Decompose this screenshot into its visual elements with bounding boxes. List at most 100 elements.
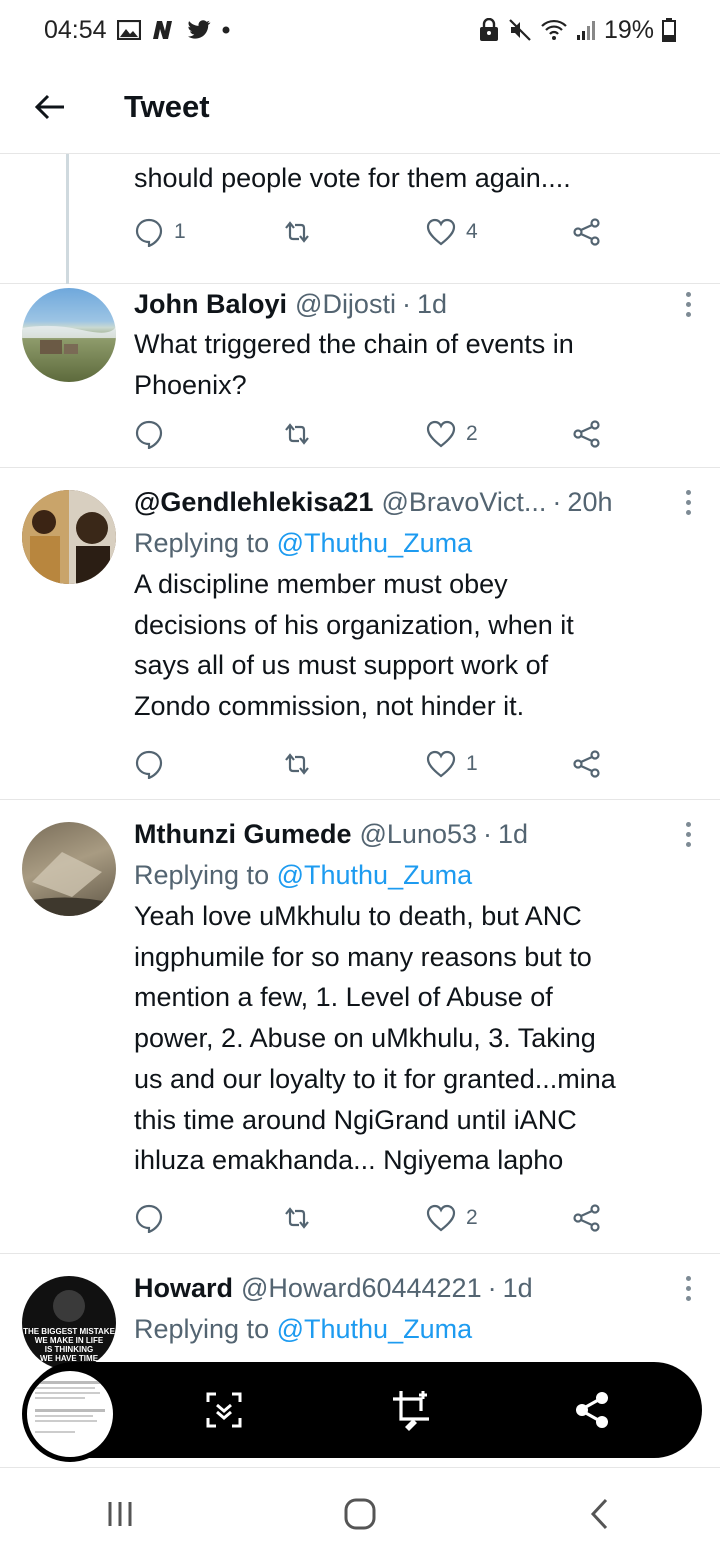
home-icon [344, 1498, 376, 1530]
like-button[interactable]: 2 [426, 420, 478, 448]
app-header: Tweet [0, 60, 720, 154]
retweet-icon [285, 423, 309, 445]
mention-link[interactable]: @Thuthu_Zuma [277, 528, 473, 558]
tweet-text-line: power, 2. Abuse on uMkhulu, 3. Taking [134, 1023, 596, 1054]
speech-bubble-icon [135, 218, 163, 247]
share-button[interactable] [572, 750, 602, 778]
avatar[interactable]: THE BIGGEST MISTAKE WE MAKE IN LIFE IS T… [22, 1276, 116, 1370]
tweet-actions: 2 [134, 414, 614, 454]
home-button[interactable] [320, 1474, 400, 1554]
edit-screenshot-button[interactable] [390, 1388, 434, 1432]
more-options-button[interactable] [676, 482, 700, 522]
replying-to: Replying to @Thuthu_Zuma [134, 854, 680, 896]
wifi-icon [540, 18, 568, 42]
tweet-text-line: this time around NgiGrand until iANC [134, 1104, 577, 1135]
tweet-feed[interactable]: should people vote for them again.... 1 … [0, 154, 720, 1388]
back-chevron-icon [590, 1498, 608, 1530]
like-button[interactable]: 2 [426, 1204, 478, 1232]
screenshot-toolbar [26, 1362, 702, 1458]
more-options-button[interactable] [676, 1268, 700, 1308]
retweet-button[interactable] [282, 220, 312, 244]
screenshot-thumbnail[interactable] [22, 1366, 118, 1462]
replying-prefix: Replying to [134, 860, 270, 890]
share-button[interactable] [572, 420, 602, 448]
avatar[interactable] [22, 288, 116, 382]
like-count: 2 [466, 1206, 478, 1229]
gallery-icon [116, 20, 141, 40]
reply-count: 1 [174, 220, 186, 243]
tweet-item[interactable]: John Baloyi @Dijosti · 1d What triggered… [0, 284, 720, 468]
display-name[interactable]: Howard [134, 1268, 233, 1308]
recents-button[interactable] [80, 1474, 160, 1554]
retweet-button[interactable] [282, 422, 312, 446]
replying-prefix: Replying to [134, 1314, 270, 1344]
tweet-time: 20h [567, 487, 613, 517]
user-handle[interactable]: @Dijosti [295, 284, 396, 324]
display-name[interactable]: John Baloyi [134, 284, 287, 324]
tweet-text-line: A discipline member must obey [134, 569, 508, 599]
scroll-capture-icon [206, 1392, 242, 1428]
reply-button[interactable]: 1 [134, 217, 186, 247]
tweet-text: should people vote for them again.... [134, 163, 571, 193]
reply-button[interactable] [134, 1203, 164, 1233]
more-options-button[interactable] [676, 814, 700, 854]
svg-text:IS THINKING: IS THINKING [45, 1345, 93, 1354]
share-button[interactable] [572, 1204, 602, 1232]
retweet-button[interactable] [282, 752, 312, 776]
svg-text:THE BIGGEST MISTAKE: THE BIGGEST MISTAKE [23, 1327, 116, 1336]
tweet-text: Yeah love uMkhulu to death, but ANC ingp… [134, 896, 680, 1181]
tweet-text-line: says all of us must support work of [134, 650, 549, 681]
share-icon [573, 218, 600, 246]
tweet-actions: 1 4 [134, 212, 614, 252]
battery-icon [662, 18, 676, 42]
tweet-text: A discipline member must obey decisions … [134, 564, 680, 727]
reply-button[interactable] [134, 749, 164, 779]
like-count: 4 [466, 220, 478, 243]
separator-dot: · [552, 487, 562, 517]
retweet-icon [285, 753, 309, 775]
replying-to: Replying to @Thuthu_Zuma [134, 1308, 680, 1350]
retweet-icon [285, 221, 309, 243]
user-handle[interactable]: @Howard60444221 [241, 1268, 482, 1308]
netflix-n-icon [151, 19, 177, 41]
speech-bubble-icon [135, 1204, 163, 1233]
separator-dot: · [401, 289, 411, 319]
tweet-item[interactable]: Mthunzi Gumede @Luno53 · 1d Replying to … [0, 800, 720, 1254]
battery-percent: 19% [603, 15, 654, 44]
display-name[interactable]: @Gendlehlekisa21 [134, 482, 373, 522]
share-button[interactable] [572, 218, 602, 246]
more-options-button[interactable] [676, 284, 700, 324]
like-count: 2 [466, 422, 478, 445]
user-handle[interactable]: @BravoVict... [381, 482, 546, 522]
heart-icon [426, 750, 456, 778]
tweet-text-line: us and our loyalty to it for granted...m… [134, 1063, 616, 1094]
mention-link[interactable]: @Thuthu_Zuma [277, 860, 473, 890]
back-button[interactable] [20, 77, 80, 137]
share-icon [573, 750, 600, 778]
thread-line [66, 154, 69, 284]
display-name[interactable]: Mthunzi Gumede [134, 814, 352, 854]
reply-button[interactable] [134, 419, 164, 449]
share-screenshot-button[interactable] [570, 1388, 614, 1432]
avatar[interactable] [22, 490, 116, 584]
nav-back-button[interactable] [560, 1474, 640, 1554]
status-time: 04:54 [44, 15, 107, 44]
svg-text:WE MAKE IN LIFE: WE MAKE IN LIFE [35, 1336, 104, 1345]
retweet-icon [285, 1207, 309, 1229]
page-title: Tweet [124, 88, 210, 124]
user-handle[interactable]: @Luno53 [360, 814, 478, 854]
retweet-button[interactable] [282, 1206, 312, 1230]
like-button[interactable]: 1 [426, 750, 478, 778]
status-bar: 04:54 19% [0, 0, 720, 60]
speech-bubble-icon [135, 420, 163, 449]
crop-edit-icon [393, 1391, 429, 1431]
avatar[interactable] [22, 822, 116, 916]
tweet-item[interactable]: @Gendlehlekisa21 @BravoVict... · 20h Rep… [0, 468, 720, 800]
like-button[interactable]: 4 [426, 218, 478, 246]
scroll-capture-button[interactable] [202, 1388, 246, 1432]
tweet-text-line: Phoenix? [134, 369, 247, 400]
share-icon [573, 1204, 600, 1232]
tweet-item[interactable]: should people vote for them again.... 1 … [0, 154, 720, 284]
mention-link[interactable]: @Thuthu_Zuma [277, 1314, 473, 1344]
tweet-text-line: mention a few, 1. Level of Abuse of [134, 982, 553, 1013]
